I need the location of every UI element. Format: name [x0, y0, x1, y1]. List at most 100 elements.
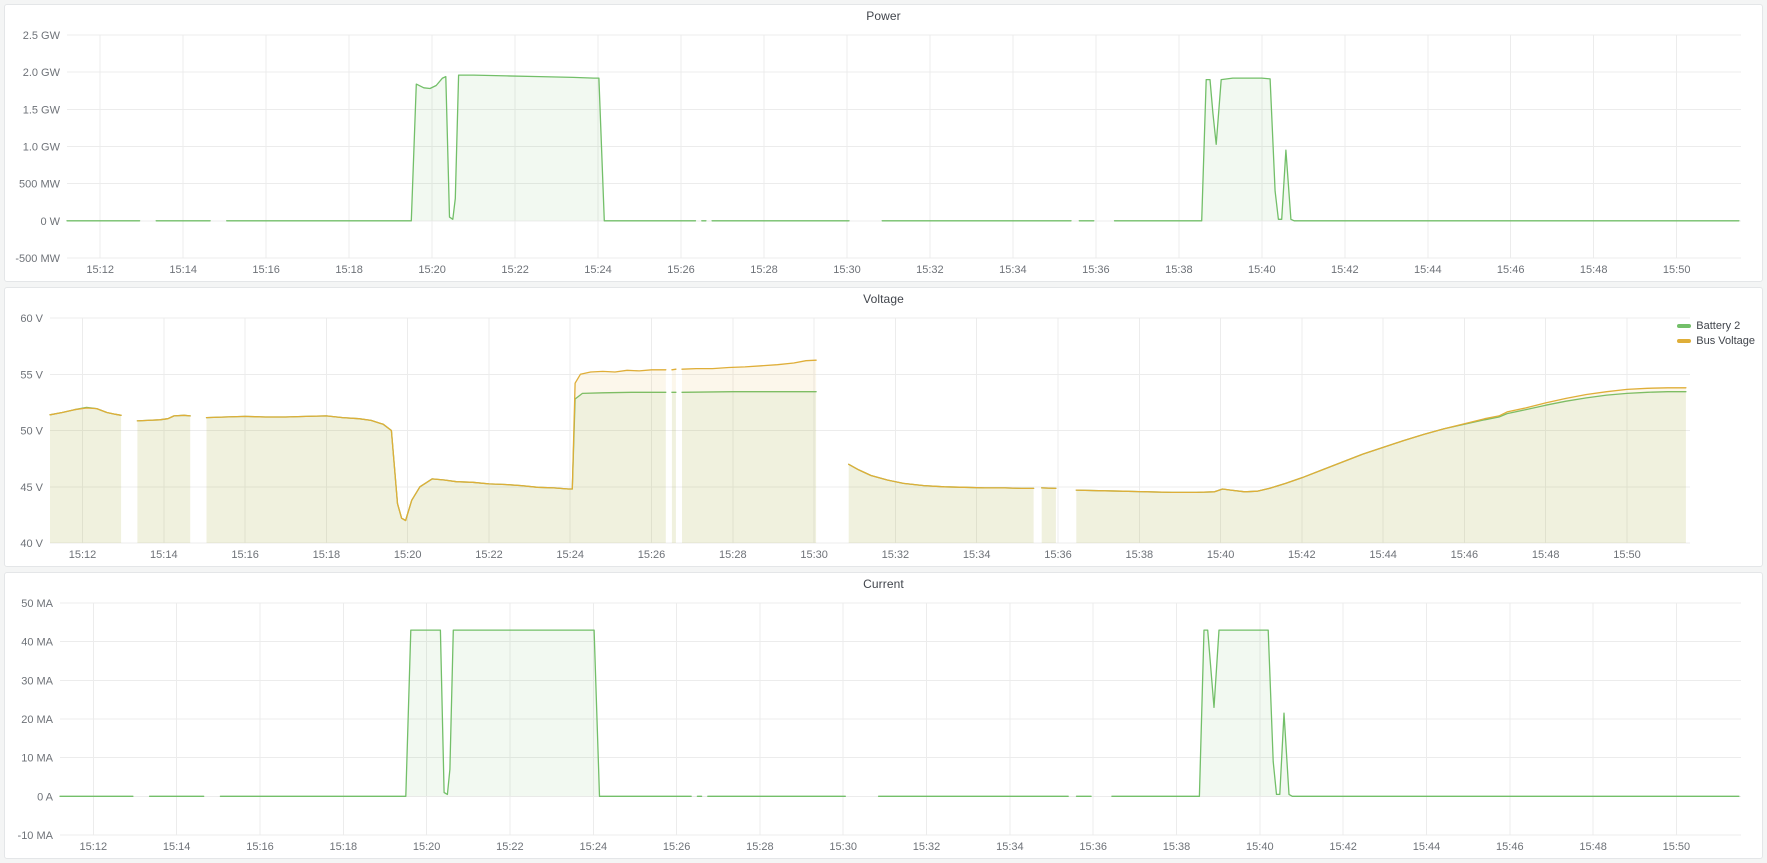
- x-tick-label: 15:42: [1288, 549, 1316, 561]
- legend-item-bus-voltage[interactable]: Bus Voltage: [1677, 335, 1755, 347]
- panel-voltage-header[interactable]: Voltage: [5, 288, 1762, 310]
- legend-label-bus-voltage: Bus Voltage: [1696, 335, 1755, 347]
- x-tick-label: 15:32: [882, 549, 910, 561]
- x-tick-label: 15:34: [963, 549, 991, 561]
- power-chart-canvas[interactable]: 15:1215:1415:1615:1815:2015:2215:2415:26…: [10, 27, 1757, 278]
- x-tick-label: 15:22: [501, 264, 529, 276]
- x-tick-label: 15:18: [330, 841, 358, 853]
- y-tick-label: 55 V: [20, 369, 43, 381]
- x-tick-label: 15:40: [1248, 264, 1276, 276]
- x-tick-label: 15:36: [1079, 841, 1107, 853]
- x-tick-label: 15:44: [1369, 549, 1397, 561]
- x-tick-label: 15:34: [999, 264, 1027, 276]
- x-tick-label: 15:24: [556, 549, 584, 561]
- y-tick-label: 45 V: [20, 482, 43, 494]
- y-tick-label: 1.5 GW: [23, 104, 61, 116]
- voltage-chart-canvas[interactable]: 15:12 15:14 15:16 15:18 15:20 15:22 15:24 15:26…: [10, 310, 1757, 563]
- bus-voltage-series-swatch-icon: [1677, 339, 1691, 343]
- y-tick-label: 30 MA: [21, 675, 53, 687]
- y-tick-label: -10 MA: [18, 830, 54, 842]
- panel-current-body: 15:1215:1415:1615:1815:2015:2215:2415:26…: [10, 595, 1757, 855]
- legend-item-battery2[interactable]: Battery 2: [1677, 320, 1740, 332]
- battery2-series-swatch-icon: [1677, 324, 1691, 328]
- x-tick-label: 15:42: [1331, 264, 1359, 276]
- x-tick-label: 15:40: [1246, 841, 1274, 853]
- y-tick-label: 50 MA: [21, 598, 53, 610]
- panel-current-header[interactable]: Current: [5, 573, 1762, 595]
- panel-current-title: Current: [863, 577, 904, 591]
- panel-voltage: Voltage 15:1215:1415:1615:1815:2015:2215…: [4, 287, 1763, 567]
- x-tick-label: 15:44: [1413, 841, 1441, 853]
- y-tick-label: 500 MW: [19, 179, 61, 191]
- y-tick-label: 50 V: [20, 426, 43, 438]
- x-tick-label: 15:48: [1532, 549, 1560, 561]
- series-area: [682, 360, 816, 543]
- series-line: [672, 369, 676, 370]
- x-tick-label: 15:30: [800, 549, 828, 561]
- x-tick-label: 15:14: [150, 549, 178, 561]
- x-tick-label: 15:42: [1329, 841, 1357, 853]
- x-tick-label: 15:50: [1663, 841, 1691, 853]
- y-tick-label: 60 V: [20, 313, 43, 325]
- x-tick-label: 15:40: [1207, 549, 1235, 561]
- current-chart-canvas[interactable]: 15:1215:1415:1615:1815:2015:2215:2415:26…: [10, 595, 1757, 855]
- x-tick-label: 15:32: [913, 841, 941, 853]
- x-tick-label: 15:18: [335, 264, 363, 276]
- panel-power-title: Power: [866, 9, 901, 23]
- y-tick-label: 40 V: [20, 538, 43, 550]
- x-tick-label: 15:28: [746, 841, 774, 853]
- x-tick-label: 15:24: [584, 264, 612, 276]
- dashboard-page: Power 15:12 15:14 15:16 15:18 15:20 15:22 15:2…: [0, 0, 1767, 863]
- voltage-legend: Battery 2 Bus Voltage: [1677, 320, 1755, 347]
- x-tick-label: 15:12: [69, 549, 97, 561]
- series-area: [1115, 78, 1739, 221]
- series-line: [1042, 488, 1056, 489]
- series-area: [50, 408, 121, 543]
- x-tick-label: 15:30: [829, 841, 857, 853]
- panel-current: Current 15:1215:1415:1615:1815:2015:2215…: [4, 572, 1763, 859]
- x-tick-label: 15:36: [1044, 549, 1072, 561]
- x-tick-label: 15:36: [1082, 264, 1110, 276]
- x-tick-label: 15:16: [246, 841, 274, 853]
- y-tick-label: 1.0 GW: [23, 142, 61, 154]
- x-tick-label: 15:28: [750, 264, 778, 276]
- panel-power-header[interactable]: Power: [5, 5, 1762, 27]
- x-tick-label: 15:26: [667, 264, 695, 276]
- x-tick-label: 15:48: [1580, 264, 1608, 276]
- y-tick-label: 40 MA: [21, 637, 53, 649]
- x-tick-label: 15:28: [719, 549, 747, 561]
- series-area: [207, 370, 666, 543]
- panel-power: Power 15:1215:1415:1615:1815:2015:2215:2…: [4, 4, 1763, 282]
- panel-voltage-body: 15:12 15:14 15:16 15:18 15:20 15:22 15:24 15:26…: [10, 310, 1757, 563]
- x-tick-label: 15:32: [916, 264, 944, 276]
- x-tick-label: 15:14: [169, 264, 197, 276]
- y-tick-label: 0 W: [40, 216, 60, 228]
- x-tick-label: 15:24: [580, 841, 608, 853]
- series-area: [227, 75, 696, 221]
- panel-voltage-title: Voltage: [863, 292, 904, 306]
- x-tick-label: 15:22: [475, 549, 503, 561]
- x-tick-label: 15:20: [418, 264, 446, 276]
- legend-label-battery2: Battery 2: [1696, 320, 1740, 332]
- y-tick-label: 2.0 GW: [23, 67, 61, 79]
- y-tick-label: 2.5 GW: [23, 30, 61, 42]
- x-tick-label: 15:50: [1613, 549, 1641, 561]
- x-tick-label: 15:20: [394, 549, 422, 561]
- x-tick-label: 15:50: [1663, 264, 1691, 276]
- x-tick-label: 15:18: [313, 549, 341, 561]
- x-tick-label: 15:16: [231, 549, 259, 561]
- y-tick-label: 20 MA: [21, 714, 53, 726]
- series-area: [1042, 488, 1056, 543]
- x-tick-label: 15:34: [996, 841, 1024, 853]
- x-tick-label: 15:26: [638, 549, 666, 561]
- x-tick-label: 15:38: [1163, 841, 1191, 853]
- series-area: [849, 464, 1034, 543]
- x-tick-label: 15:46: [1451, 549, 1479, 561]
- x-tick-label: 15:26: [663, 841, 691, 853]
- x-tick-label: 15:48: [1579, 841, 1607, 853]
- x-tick-label: 15:46: [1496, 841, 1524, 853]
- y-tick-label: 10 MA: [21, 753, 53, 765]
- x-tick-label: 15:22: [496, 841, 524, 853]
- x-tick-label: 15:38: [1126, 549, 1154, 561]
- series-area: [220, 630, 691, 796]
